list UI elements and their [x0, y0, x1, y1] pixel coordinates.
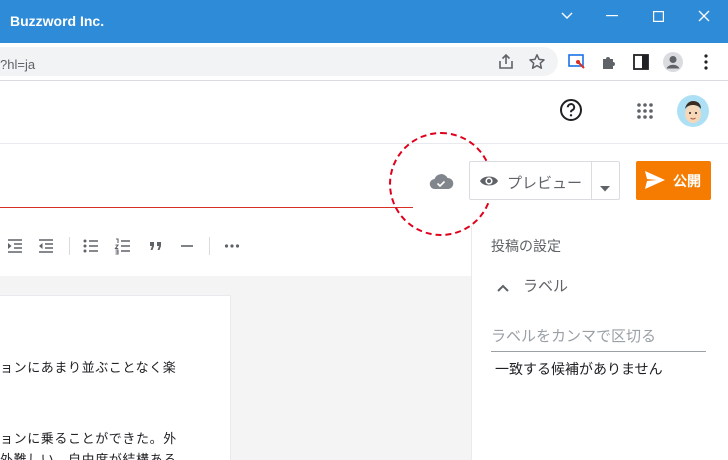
profile-icon[interactable] [661, 50, 685, 74]
toolbar-separator [69, 237, 70, 255]
extensions-puzzle-icon[interactable] [597, 50, 621, 74]
close-button[interactable] [682, 0, 726, 32]
labels-placeholder: ラベルをカンマで区切る [491, 327, 657, 345]
tab-search-chevron-icon[interactable] [545, 0, 589, 32]
more-options-icon[interactable] [222, 236, 242, 256]
window-title: Buzzword Inc. [10, 13, 105, 29]
numbered-list-icon[interactable] [113, 236, 133, 256]
url-text[interactable]: ?hl=ja [0, 57, 35, 72]
horizontal-rule-icon[interactable] [177, 236, 197, 256]
browser-menu-icon[interactable] [694, 50, 718, 74]
quote-icon[interactable] [146, 236, 166, 256]
post-title-underline [0, 207, 413, 208]
preview-button[interactable]: プレビュー [469, 161, 620, 200]
app-header [0, 81, 728, 144]
labels-input[interactable]: ラベルをカンマで区切る [491, 325, 706, 352]
paragraph-line[interactable]: ョンに乗ることができた。外 [0, 428, 177, 447]
extension-capture-icon[interactable] [565, 50, 589, 74]
preview-label: プレビュー [507, 174, 583, 192]
paragraph-line[interactable]: 外難しい。自由度が結構ある [0, 449, 177, 460]
chevron-up-icon[interactable] [496, 278, 510, 292]
send-icon [644, 170, 666, 190]
side-panel-icon[interactable] [629, 50, 653, 74]
window-titlebar: Buzzword Inc. [0, 0, 728, 43]
maximize-button[interactable] [636, 0, 680, 32]
google-apps-icon[interactable] [636, 102, 654, 120]
minimize-button[interactable] [590, 0, 634, 32]
help-icon[interactable] [559, 98, 583, 122]
no-match-message: 一致する候補がありません [495, 362, 663, 378]
outdent-icon[interactable] [36, 236, 56, 256]
eye-icon [479, 171, 499, 191]
address-bar[interactable]: ?hl=ja [0, 47, 558, 76]
paragraph-line[interactable]: ョンにあまり並ぶことなく楽 [0, 357, 176, 376]
share-icon[interactable] [494, 50, 518, 74]
preview-divider [591, 162, 592, 199]
post-settings-title: 投稿の設定 [491, 239, 561, 255]
editor-document[interactable]: ョンにあまり並ぶことなく楽 ョンに乗ることができた。外 外難しい。自由度が結構あ… [0, 295, 231, 460]
publish-button[interactable]: 公開 [636, 161, 711, 200]
chevron-down-icon[interactable] [598, 178, 612, 192]
publish-label: 公開 [673, 174, 701, 190]
toolbar-separator [209, 237, 210, 255]
bookmark-star-icon[interactable] [525, 50, 549, 74]
bulleted-list-icon[interactable] [81, 236, 101, 256]
indent-icon[interactable] [5, 236, 25, 256]
labels-section-title[interactable]: ラベル [523, 275, 568, 296]
account-avatar[interactable] [677, 95, 709, 127]
